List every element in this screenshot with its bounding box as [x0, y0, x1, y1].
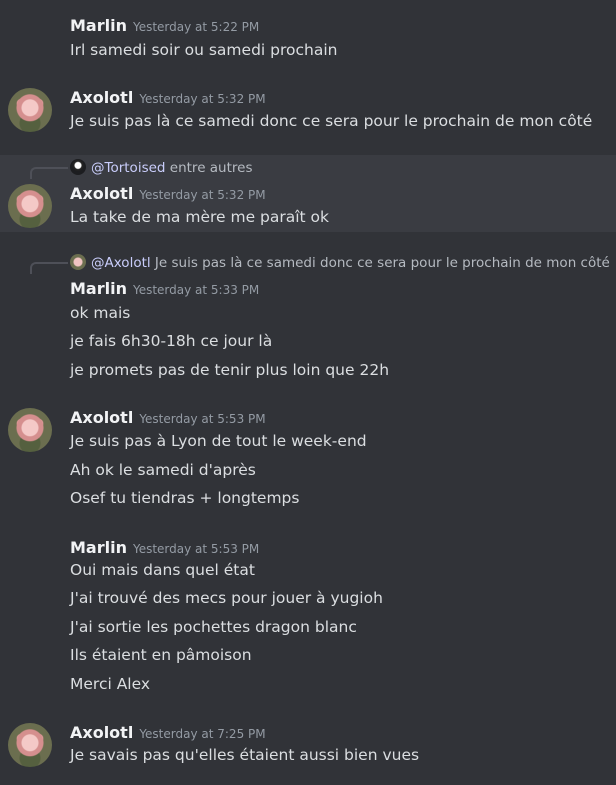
message-text: je fais 6h30-18h ce jour là — [70, 332, 273, 350]
message-text: Oui mais dans quel état — [70, 561, 255, 579]
author-name[interactable]: Marlin — [70, 538, 127, 557]
author-name[interactable]: Axolotl — [70, 408, 133, 427]
message-text: je promets pas de tenir plus loin que 22… — [70, 361, 390, 379]
timestamp[interactable]: Yesterday at 5:53 PM — [139, 412, 265, 426]
message-text: Je suis pas là ce samedi donc ce sera po… — [70, 112, 593, 130]
timestamp[interactable]: Yesterday at 5:33 PM — [133, 283, 259, 297]
message: Axolotl Yesterday at 7:25 PM Je savais pa… — [0, 715, 616, 785]
reply-spine — [30, 167, 68, 179]
timestamp[interactable]: Yesterday at 5:32 PM — [139, 188, 265, 202]
reply-text: entre autres — [169, 160, 253, 176]
author-name[interactable]: Marlin — [70, 16, 127, 35]
message-text: Ah ok le samedi d'après — [70, 461, 256, 479]
message: Marlin Yesterday at 5:53 PM Oui mais dans… — [0, 530, 616, 705]
message-text: ok mais — [70, 304, 131, 322]
message: Axolotl Yesterday at 5:32 PM Je suis pas … — [0, 80, 616, 152]
message-text: Irl samedi soir ou samedi prochain — [70, 41, 338, 59]
message-text: J'ai trouvé des mecs pour jouer à yugioh — [70, 589, 383, 607]
message-text: Ils étaient en pâmoison — [70, 646, 252, 664]
timestamp[interactable]: Yesterday at 5:32 PM — [139, 92, 265, 106]
axolotl-avatar-icon[interactable] — [8, 184, 52, 228]
message-text: La take de ma mère me paraît ok — [70, 208, 330, 226]
reply-text: Je suis pas là ce samedi donc ce sera po… — [154, 255, 610, 271]
author-name[interactable]: Axolotl — [70, 723, 133, 742]
message-text: Je suis pas à Lyon de tout le week-end — [70, 432, 367, 450]
timestamp[interactable]: Yesterday at 5:22 PM — [133, 20, 259, 34]
axolotl-avatar-icon — [70, 254, 86, 270]
message-text: Je savais pas qu'elles étaient aussi bie… — [70, 746, 420, 764]
reply-mention[interactable]: @Axolotl — [91, 255, 151, 271]
reply-preview[interactable]: @Tortoised entre autres — [70, 159, 253, 176]
message: Marlin Yesterday at 5:22 PM Irl samedi so… — [0, 0, 616, 70]
message: @Axolotl Je suis pas là ce samedi donc c… — [0, 250, 616, 385]
reply-preview[interactable]: @Axolotl Je suis pas là ce samedi donc c… — [70, 254, 610, 271]
reply-mention[interactable]: @Tortoised — [91, 160, 165, 176]
author-name[interactable]: Axolotl — [70, 88, 133, 107]
axolotl-avatar-icon[interactable] — [8, 88, 52, 132]
timestamp[interactable]: Yesterday at 5:53 PM — [133, 542, 259, 556]
author-name[interactable]: Marlin — [70, 279, 127, 298]
timestamp[interactable]: Yesterday at 7:25 PM — [139, 727, 265, 741]
message: Axolotl Yesterday at 5:53 PM Je suis pas … — [0, 400, 616, 515]
message-highlighted: @Tortoised entre autres Axolotl Yesterday… — [0, 155, 616, 232]
message-text: J'ai sortie les pochettes dragon blanc — [70, 618, 357, 636]
reply-spine — [30, 262, 68, 274]
message-text: Osef tu tiendras + longtemps — [70, 489, 300, 507]
message-text: Merci Alex — [70, 675, 151, 693]
tortoised-avatar-icon — [70, 159, 86, 175]
author-name[interactable]: Axolotl — [70, 184, 133, 203]
axolotl-avatar-icon[interactable] — [8, 723, 52, 767]
axolotl-avatar-icon[interactable] — [8, 408, 52, 452]
